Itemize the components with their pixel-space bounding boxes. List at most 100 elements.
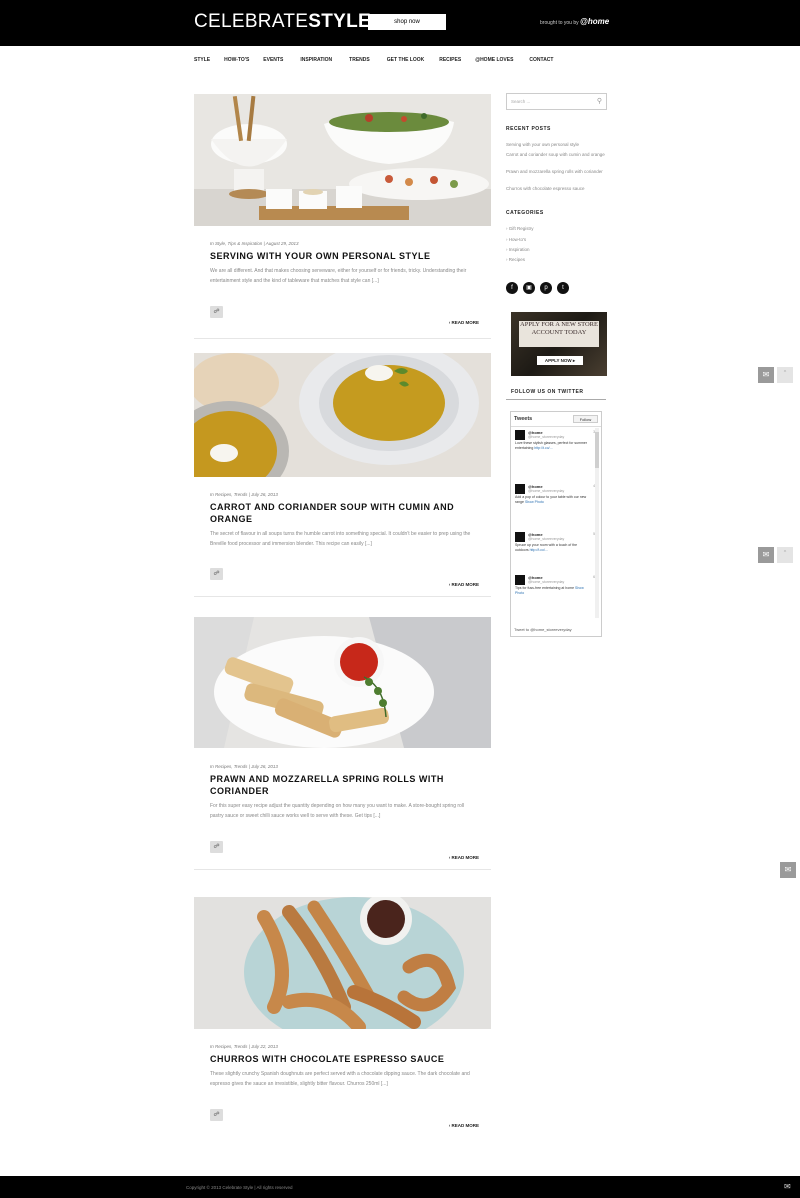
brought-by-text: brought to you by @home (540, 17, 609, 26)
tweet-handle: @home_storeeveryday (528, 489, 565, 493)
read-more-link[interactable]: › READ MORE (449, 1123, 479, 1128)
nav-item-style[interactable]: STYLE (194, 57, 210, 67)
category-label: Recipes (508, 257, 526, 262)
read-more-label: READ MORE (451, 320, 479, 325)
facebook-icon[interactable]: f (506, 282, 518, 294)
share-icon[interactable]: ☍ (210, 568, 223, 580)
scrollbar-thumb[interactable] (595, 432, 599, 468)
post-card: In Style, Tips & Inspiration | August 29… (194, 94, 491, 344)
apply-now-label: APPLY NOW (544, 358, 572, 363)
recent-post-link[interactable]: Churros with chocolate espresso sauce (506, 185, 608, 192)
category-link[interactable]: › How-to's (506, 236, 608, 243)
nav-item-contact[interactable]: CONTACT (529, 57, 553, 67)
site-logo[interactable]: CELEBRATESTYLE (194, 11, 371, 33)
follow-button[interactable]: Follow (573, 415, 598, 423)
category-label: Gift Registry (508, 226, 534, 231)
read-more-label: READ MORE (451, 1123, 479, 1128)
instagram-icon[interactable]: ▣ (523, 282, 535, 294)
category-link[interactable]: › Gift Registry (506, 225, 608, 232)
post-excerpt: For this super easy recipe adjust the qu… (210, 803, 465, 819)
avatar[interactable] (515, 484, 525, 494)
email-icon[interactable]: ✉ (758, 367, 774, 383)
pinterest-icon[interactable]: p (540, 282, 552, 294)
recent-post-link[interactable]: Carrot and coriander soup with cumin and… (506, 151, 608, 158)
nav-item-howtos[interactable]: HOW-TO'S (224, 57, 249, 67)
nav-item-inspiration[interactable]: INSPIRATION (300, 57, 332, 67)
store-account-promo[interactable]: APPLY FOR A NEW STORE ACCOUNT TODAY APPL… (511, 312, 607, 376)
avatar[interactable] (515, 575, 525, 585)
post-card: In Recipes, Trends | July 26, 2013 PRAWN… (194, 617, 491, 877)
nav-item-trends[interactable]: TRENDS (349, 57, 370, 67)
twitter-divider (506, 399, 606, 400)
tweet-to-link[interactable]: Tweet to @home_storeeveryday (514, 627, 572, 632)
post-image-soup[interactable] (194, 353, 491, 477)
nav-item-home-loves[interactable]: @HOME LOVES (475, 57, 513, 67)
email-icon[interactable]: ✉ (780, 862, 796, 878)
recent-posts-heading: RECENT POSTS (506, 126, 551, 132)
post-image-churros[interactable] (194, 897, 491, 1029)
read-more-link[interactable]: › READ MORE (449, 320, 479, 325)
search-placeholder: Search ... (511, 99, 531, 104)
avatar[interactable] (515, 532, 525, 542)
read-more-link[interactable]: › READ MORE (449, 582, 479, 587)
tweet-handle: @home_storeeveryday (528, 580, 565, 584)
nav-item-recipes[interactable]: RECIPES (439, 57, 461, 67)
post-meta: In Recipes, Trends | July 22, 2013 (210, 1044, 278, 1049)
email-icon[interactable]: ✉ (758, 547, 774, 563)
timeline-scrollbar[interactable] (595, 428, 599, 618)
avatar[interactable] (515, 430, 525, 440)
post-card: In Recipes, Trends | July 22, 2013 CHURR… (194, 897, 491, 1137)
share-icon[interactable]: ☍ (210, 841, 223, 853)
post-meta: In Style, Tips & Inspiration | August 29… (210, 241, 299, 246)
copyright-text: Copyright © 2013 Celebrate Style | All r… (186, 1185, 293, 1190)
post-title[interactable]: SERVING WITH YOUR OWN PERSONAL STYLE (210, 250, 480, 262)
scroll-up-icon[interactable]: ˆ (777, 367, 793, 383)
twitter-icon[interactable]: t (557, 282, 569, 294)
tweet-link[interactable]: http://t.co/... (534, 446, 552, 450)
shop-now-button[interactable]: shop now (368, 14, 446, 30)
post-image-spring-rolls[interactable] (194, 617, 491, 748)
post-meta: In Recipes, Trends | July 26, 2013 (210, 764, 278, 769)
recent-post-link[interactable]: Serving with your own personal style (506, 141, 608, 148)
tweet-text: Tips for fuss-free entertaining at home … (515, 586, 591, 596)
post-excerpt: These slightly crunchy Spanish doughnuts… (210, 1071, 470, 1087)
read-more-link[interactable]: › READ MORE (449, 855, 479, 860)
category-link[interactable]: › Inspiration (506, 246, 608, 253)
tweet-text: Spruce up your room with a touch of the … (515, 543, 591, 553)
post-card: In Recipes, Trends | July 26, 2013 CARRO… (194, 353, 491, 603)
logo-light-text: CELEBRATE (194, 11, 309, 32)
tweet-handle: @home_storeeveryday (528, 435, 565, 439)
category-label: How-to's (508, 237, 527, 242)
scroll-up-icon[interactable]: ˆ (777, 547, 793, 563)
post-divider (194, 596, 491, 597)
post-meta: In Recipes, Trends | July 26, 2013 (210, 492, 278, 497)
tweet-link[interactable]: http://t.co/... (530, 548, 548, 552)
nav-item-events[interactable]: EVENTS (263, 57, 283, 67)
share-icon[interactable]: ☍ (210, 306, 223, 318)
category-link[interactable]: › Recipes (506, 256, 608, 263)
post-excerpt: We are all different. And that makes cho… (210, 268, 467, 284)
twitter-timeline: Tweets Follow @home @home_storeeveryday … (510, 411, 602, 637)
post-title[interactable]: PRAWN AND MOZZARELLA SPRING ROLLS WITH C… (210, 773, 480, 797)
social-links: f ▣ p t (506, 282, 569, 294)
email-icon[interactable]: ✉ (784, 1182, 791, 1191)
twitter-heading: FOLLOW US ON TWITTER (511, 389, 584, 395)
post-image-serveware[interactable] (194, 94, 491, 226)
main-nav: STYLE HOW-TO'S EVENTS INSPIRATION TRENDS… (194, 57, 553, 67)
promo-text: APPLY FOR A NEW STORE ACCOUNT TODAY (520, 321, 598, 336)
nav-item-get-the-look[interactable]: GET THE LOOK (387, 57, 425, 67)
apply-now-button[interactable]: APPLY NOW ▸ (537, 356, 583, 365)
search-input[interactable]: Search ... ⚲ (506, 93, 607, 110)
post-excerpt: The secret of flavour in all soups turns… (210, 531, 471, 547)
brand-logo[interactable]: @home (580, 17, 609, 26)
post-title[interactable]: CARROT AND CORIANDER SOUP WITH CUMIN AND… (210, 501, 480, 525)
recent-post-link[interactable]: Prawn and mozzarella spring rolls with c… (506, 168, 608, 175)
tweet-body: Tips for fuss-free entertaining at home (515, 586, 575, 590)
tweet-handle: @home_storeeveryday (528, 537, 565, 541)
search-icon[interactable]: ⚲ (597, 97, 602, 105)
brought-by-label: brought to you by (540, 20, 579, 26)
share-icon[interactable]: ☍ (210, 1109, 223, 1121)
tweet-link[interactable]: Show Photo (525, 500, 544, 504)
post-title[interactable]: CHURROS WITH CHOCOLATE ESPRESSO SAUCE (210, 1053, 480, 1065)
logo-bold-text: STYLE (308, 11, 372, 32)
